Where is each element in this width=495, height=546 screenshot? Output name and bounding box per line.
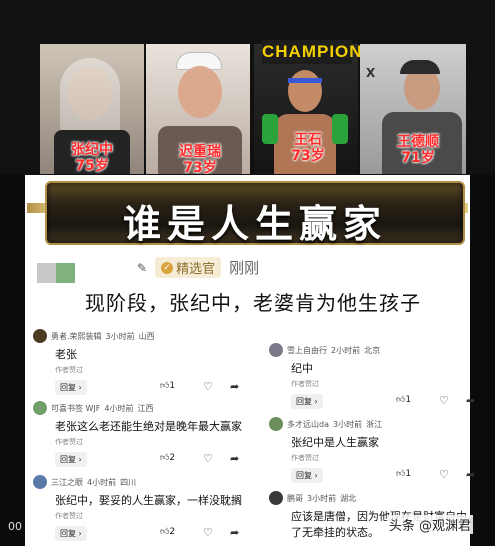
share-icon[interactable]: ➦ [230,380,239,393]
post-header: ✎ ✓ 精选官 刚刚 现阶段，张纪中，老婆肯为他生孩子 [25,251,470,325]
reply-button[interactable]: 回复 › [55,380,87,395]
comment-header: 多才远山da 3小时前 浙江 [269,417,382,431]
avatar[interactable] [33,329,47,343]
comment-text: 纪中 [291,362,313,375]
comment-user[interactable]: 勇者.荣熙装辑 [51,331,102,342]
photo-collage: 张纪中 75岁 迟重瑞 73岁 王石 73岁 CHAMPIONS X 王德顺 7… [0,0,495,175]
title-plaque: 谁是人生赢家 [45,181,465,246]
comment-time: 3小时前 [307,493,337,503]
heart-icon[interactable]: ♡ [203,526,213,539]
reply-button[interactable]: 回复 › [55,526,87,541]
avatar[interactable] [269,417,283,431]
badge-label: 精选官 [176,262,216,277]
title-banner: 谁是人生赢家 [25,175,470,251]
comment-location: 北京 [364,345,381,355]
author-liked-note: 作者赞过 [291,380,319,388]
person-4-age: 71岁 [401,150,435,166]
comment-time: 4小时前 [87,477,117,487]
author-liked-note: 作者赞过 [55,366,83,374]
comment-user[interactable]: 三江之眼 [51,477,83,488]
author-liked-note: 作者赞过 [291,454,319,462]
avatar[interactable] [269,491,283,505]
comment-location: 江西 [137,403,154,413]
thumbs-up-icon: 👍︎ [160,453,170,463]
comment-actions: 回复 › 👍︎1 ♡ ➦ [291,468,481,484]
thumbs-up-icon: 👍︎ [396,395,406,405]
photo-person-1: 张纪中 75岁 [40,44,144,174]
comment-actions: 回复 › 👍︎1 ♡ ➦ [291,394,481,410]
comment-actions: 回复 › 👍︎2 ♡ ➦ [55,452,245,468]
comment-header: 三江之眼 4小时前 四川 [33,475,136,489]
comment-location: 湖北 [340,493,357,503]
heart-icon[interactable]: ♡ [439,394,449,407]
selection-badge: ✓ 精选官 [155,257,222,278]
like-count[interactable]: 👍︎1 [160,381,175,391]
thumbs-up-icon: 👍︎ [160,381,170,391]
thumbs-up-icon: 👍︎ [160,527,170,537]
comment-list: 勇者.荣熙装辑 3小时前 山西 老张 作者赞过 回复 › 👍︎1 ♡ ➦ 可喜书… [25,325,478,546]
author-liked-note: 作者赞过 [55,512,83,520]
heart-icon[interactable]: ♡ [203,380,213,393]
comment-header: 雪上自由行 2小时前 北京 [269,343,380,357]
comment-time: 4小时前 [104,403,134,413]
post-text: 现阶段，张纪中，老婆肯为他生孩子 [85,291,421,315]
comment-actions: 回复 › 👍︎1 ♡ ➦ [55,380,245,396]
person-2-name: 迟重瑞 [179,144,221,160]
reply-button[interactable]: 回复 › [55,452,87,467]
side-glyph: 00 [8,520,22,533]
share-icon[interactable]: ➦ [466,394,475,407]
comment-time: 2小时前 [331,345,361,355]
comment-location: 山西 [138,331,155,341]
reply-button[interactable]: 回复 › [291,468,323,483]
photo-person-2: 迟重瑞 73岁 [146,44,250,174]
comment-time: 3小时前 [105,331,135,341]
comment-text: 老张这么老还能生绝对是晚年最大赢家 [55,420,242,433]
author-liked-note: 作者赞过 [55,438,83,446]
comment-location: 浙江 [366,419,383,429]
share-icon[interactable]: ➦ [466,468,475,481]
like-count[interactable]: 👍︎2 [160,527,175,537]
photo-person-4: X 王德顺 71岁 [360,44,466,174]
comment-time: 3小时前 [332,419,363,429]
comment-header: 鹏哥 3小时前 湖北 [269,491,356,505]
like-count[interactable]: 👍︎2 [160,453,175,463]
person-4-name: 王德顺 [397,134,439,150]
share-icon[interactable]: ➦ [230,452,239,465]
like-count[interactable]: 👍︎1 [396,469,411,479]
person-2-age: 73岁 [183,160,217,174]
comment-user[interactable]: 可喜书签 WJF [51,403,100,414]
watermark: 头条 @观渊君 [386,515,473,534]
thumbs-up-icon: 👍︎ [396,469,406,479]
avatar[interactable] [33,475,47,489]
avatar[interactable] [37,263,75,283]
champions-sign: CHAMPIONS [262,40,374,64]
comment-header: 可喜书签 WJF 4小时前 江西 [33,401,154,415]
like-count[interactable]: 👍︎1 [396,395,411,405]
heart-icon[interactable]: ♡ [439,468,449,481]
comment-actions: 回复 › 👍︎2 ♡ ➦ [55,526,245,542]
comment-text: 张纪中是人生赢家 [291,436,379,449]
person-3-age: 73岁 [291,148,325,164]
comment-location: 四川 [120,477,137,487]
person-3-name: 王石 [294,132,322,148]
comment-user[interactable]: 鹏哥 [287,493,303,504]
heart-icon[interactable]: ♡ [203,452,213,465]
avatar[interactable] [33,401,47,415]
person-1-name: 张纪中 [71,142,113,158]
post-time: 刚刚 [229,259,260,277]
share-icon[interactable]: ➦ [230,526,239,539]
check-icon: ✓ [161,261,174,274]
avatar[interactable] [269,343,283,357]
post-meta: ✎ ✓ 精选官 刚刚 [137,257,259,278]
comment-user[interactable]: 雪上自由行 [287,345,327,356]
comment-text-line-2: 了无牵挂的状态。 [291,526,379,539]
comment-text: 张纪中，娶妥的人生赢家，一样没耽搁 [55,494,242,507]
comment-text: 老张 [55,348,77,361]
feather-icon: ✎ [137,260,148,275]
comment-header: 勇者.荣熙装辑 3小时前 山西 [33,329,155,343]
comment-user[interactable]: 多才远山da [287,419,329,430]
reply-button[interactable]: 回复 › [291,394,323,409]
person-1-age: 75岁 [75,158,109,174]
banner-title: 谁是人生赢家 [122,201,387,246]
